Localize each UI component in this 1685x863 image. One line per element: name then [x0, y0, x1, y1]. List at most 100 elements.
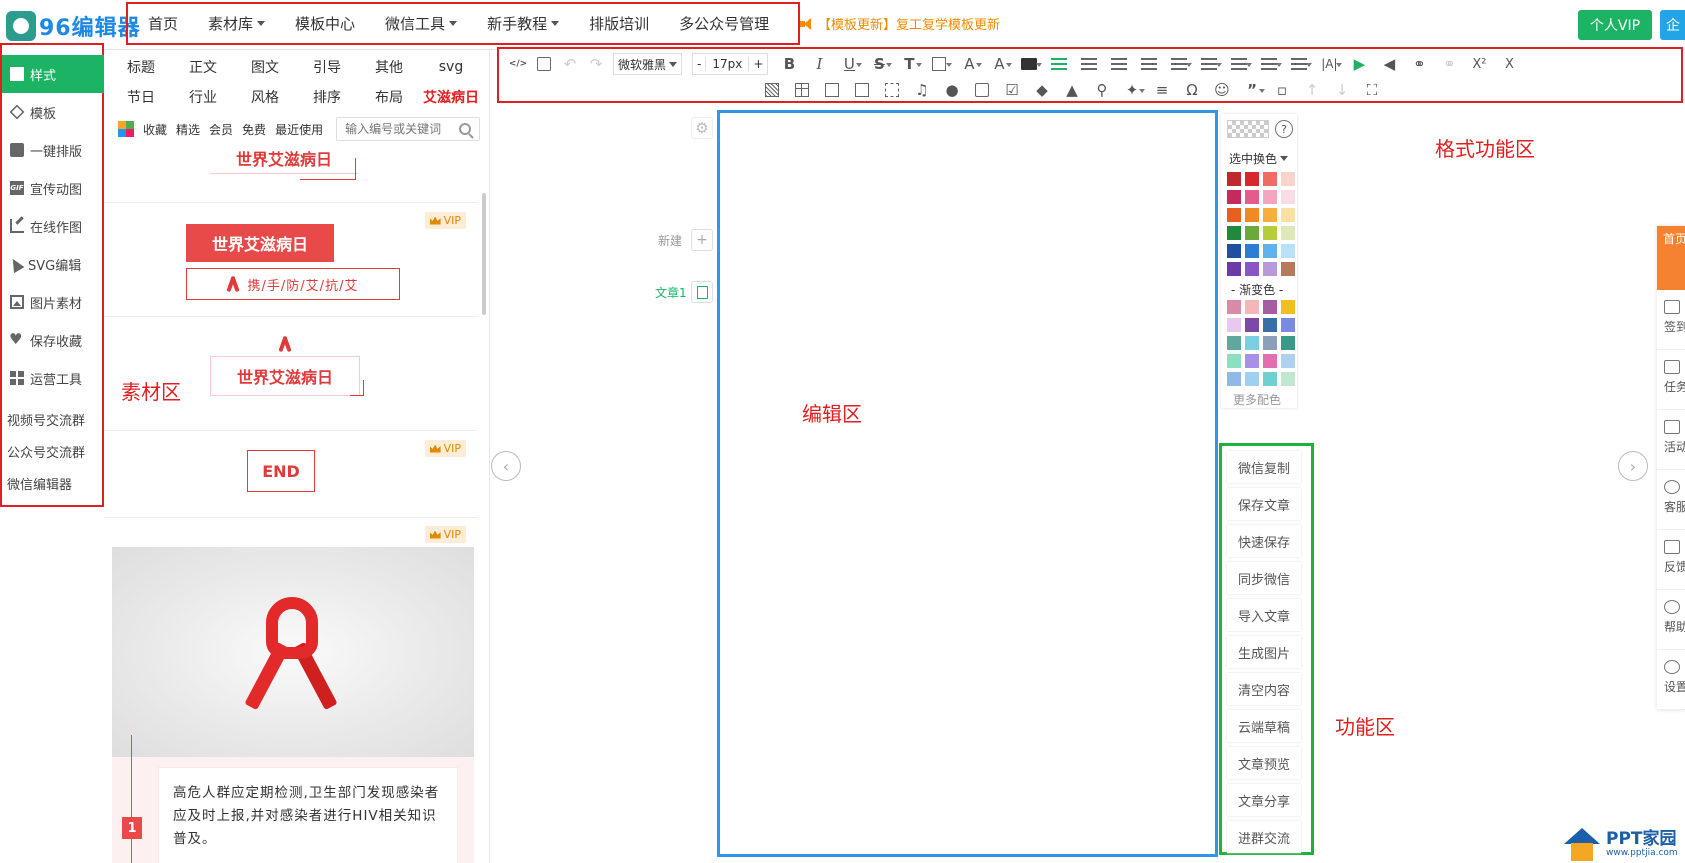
html-icon[interactable]: </>	[505, 52, 531, 76]
sidebar-item-online-drawing[interactable]: 在线作图	[2, 207, 102, 245]
color-swatch[interactable]	[1263, 300, 1277, 314]
ordered-list-icon[interactable]	[1284, 52, 1314, 76]
rail-item-help[interactable]: 帮助	[1657, 590, 1685, 650]
scrollbar[interactable]	[482, 193, 486, 315]
search-icon[interactable]	[459, 123, 472, 135]
nav-item-materials[interactable]: 素材库	[208, 13, 266, 34]
sidebar-item-styles[interactable]: 样式	[2, 55, 111, 93]
bold-icon[interactable]: B	[774, 52, 804, 76]
color-swatch[interactable]	[1281, 262, 1295, 276]
superscript-icon[interactable]: X²	[1464, 52, 1494, 76]
sidebar-item-operation-tools[interactable]: 运营工具	[2, 359, 102, 397]
divider-icon[interactable]: ≡	[1147, 78, 1177, 102]
highlight-icon[interactable]	[1014, 52, 1044, 76]
new-article-button[interactable]: +	[691, 229, 713, 251]
template-item[interactable]: VIP END	[104, 432, 478, 518]
tab-other[interactable]: 其他	[358, 56, 420, 78]
template-item[interactable]: 世界艾滋病日	[104, 318, 478, 431]
underline-icon[interactable]: U	[834, 52, 864, 76]
sidebar-link-account-group[interactable]: 公众号交流群	[2, 435, 102, 467]
update-notice[interactable]: 【模板更新】复工复学模板更新	[800, 14, 1000, 33]
move-up-icon[interactable]: ↑	[1297, 78, 1327, 102]
import-article-button[interactable]: 导入文章	[1227, 599, 1301, 631]
nav-item-multi-account[interactable]: 多公众号管理	[679, 13, 769, 34]
color-swatch[interactable]	[1227, 208, 1241, 222]
color-swatch[interactable]	[1227, 244, 1241, 258]
sidebar-item-auto-layout[interactable]: 一键排版	[2, 131, 102, 169]
save-doc-icon[interactable]	[531, 52, 557, 76]
strikethrough-icon[interactable]: S	[864, 52, 894, 76]
article-share-button[interactable]: 文章分享	[1227, 784, 1301, 816]
transparent-swatch[interactable]	[1227, 120, 1269, 138]
filter-free[interactable]: 免费	[242, 121, 266, 138]
font-family-select[interactable]: 微软雅黑	[613, 53, 683, 75]
fullscreen-icon[interactable]: ⛶	[1357, 78, 1387, 102]
enterprise-button[interactable]: 企	[1660, 10, 1685, 40]
sync-wechat-button[interactable]: 同步微信	[1227, 562, 1301, 594]
checkbox-icon[interactable]: ☑	[997, 78, 1027, 102]
join-group-button[interactable]: 进群交流	[1227, 821, 1301, 853]
color-swatch[interactable]	[1245, 208, 1259, 222]
unlink-icon[interactable]: ⚭	[1434, 52, 1464, 76]
clear-content-button[interactable]: 清空内容	[1227, 673, 1301, 705]
nav-item-templates[interactable]: 模板中心	[295, 13, 355, 34]
table-icon[interactable]	[787, 78, 817, 102]
font-color-box-icon[interactable]	[924, 52, 954, 76]
color-swatch[interactable]	[1263, 262, 1277, 276]
format-brush-icon[interactable]: ▲	[1057, 78, 1087, 102]
music-icon[interactable]: ♫	[907, 78, 937, 102]
gear-icon[interactable]: ⚙	[691, 117, 713, 139]
font-size-increase[interactable]: +	[749, 57, 767, 71]
paragraph-spacing-icon[interactable]	[1224, 52, 1254, 76]
font-color-icon[interactable]: A	[954, 52, 984, 76]
map-icon[interactable]: ●	[937, 78, 967, 102]
find-replace-icon[interactable]: ⚲	[1087, 78, 1117, 102]
color-swatch[interactable]	[1245, 172, 1259, 186]
quote-icon[interactable]: ”	[1237, 78, 1267, 102]
tab-guide[interactable]: 引导	[296, 56, 358, 78]
chevron-left-icon[interactable]: ‹	[491, 451, 521, 481]
color-swatch[interactable]	[1281, 208, 1295, 222]
template-item[interactable]: VIP 世界艾滋病日 携/手/防/艾/抗/艾	[104, 204, 478, 317]
rail-item-service[interactable]: 客服	[1657, 470, 1685, 530]
save-article-button[interactable]: 保存文章	[1227, 488, 1301, 520]
article-preview-button[interactable]: 文章预览	[1227, 747, 1301, 779]
text-direction-rtl-icon[interactable]: ◀	[1374, 52, 1404, 76]
tab-sort[interactable]: 排序	[296, 86, 358, 108]
font-size-value[interactable]: 17px	[705, 57, 750, 71]
link-icon[interactable]: ⚭	[1404, 52, 1434, 76]
color-swatch[interactable]	[1227, 172, 1241, 186]
omega-icon[interactable]: Ω	[1177, 78, 1207, 102]
template-item[interactable]: 世界艾滋病日	[104, 142, 478, 203]
color-mode-select[interactable]: 选中换色	[1229, 150, 1289, 167]
color-swatch[interactable]	[1263, 318, 1277, 332]
redo-icon[interactable]: ↷	[583, 52, 609, 76]
paste-icon[interactable]	[967, 78, 997, 102]
tab-style[interactable]: 风格	[234, 86, 296, 108]
color-swatch[interactable]	[1227, 354, 1241, 368]
color-swatch[interactable]	[1245, 318, 1259, 332]
color-swatch[interactable]	[1227, 372, 1241, 386]
color-swatch[interactable]	[1281, 336, 1295, 350]
color-swatch[interactable]	[1245, 336, 1259, 350]
color-swatch[interactable]	[1263, 244, 1277, 258]
indent-icon[interactable]	[1164, 52, 1194, 76]
font-size-decrease[interactable]: -	[693, 57, 705, 71]
generate-image-button[interactable]: 生成图片	[1227, 636, 1301, 668]
color-swatch[interactable]	[1227, 226, 1241, 240]
color-swatch[interactable]	[1281, 172, 1295, 186]
sidebar-item-gif[interactable]: GIF 宣传动图	[2, 169, 102, 207]
color-swatch[interactable]	[1281, 244, 1295, 258]
eraser-icon[interactable]: ◆	[1027, 78, 1057, 102]
editor-canvas[interactable]	[717, 110, 1218, 857]
color-swatch[interactable]	[1263, 372, 1277, 386]
color-swatch[interactable]	[1263, 190, 1277, 204]
personal-vip-button[interactable]: 个人VIP	[1578, 10, 1652, 40]
rail-item-activity[interactable]: 活动	[1657, 410, 1685, 470]
text-style-icon[interactable]: T	[894, 52, 924, 76]
color-swatch[interactable]	[1263, 336, 1277, 350]
color-swatch[interactable]	[1263, 208, 1277, 222]
rail-item-settings[interactable]: 设置	[1657, 650, 1685, 710]
color-swatch[interactable]	[1245, 372, 1259, 386]
font-bg-color-icon[interactable]: A	[984, 52, 1014, 76]
